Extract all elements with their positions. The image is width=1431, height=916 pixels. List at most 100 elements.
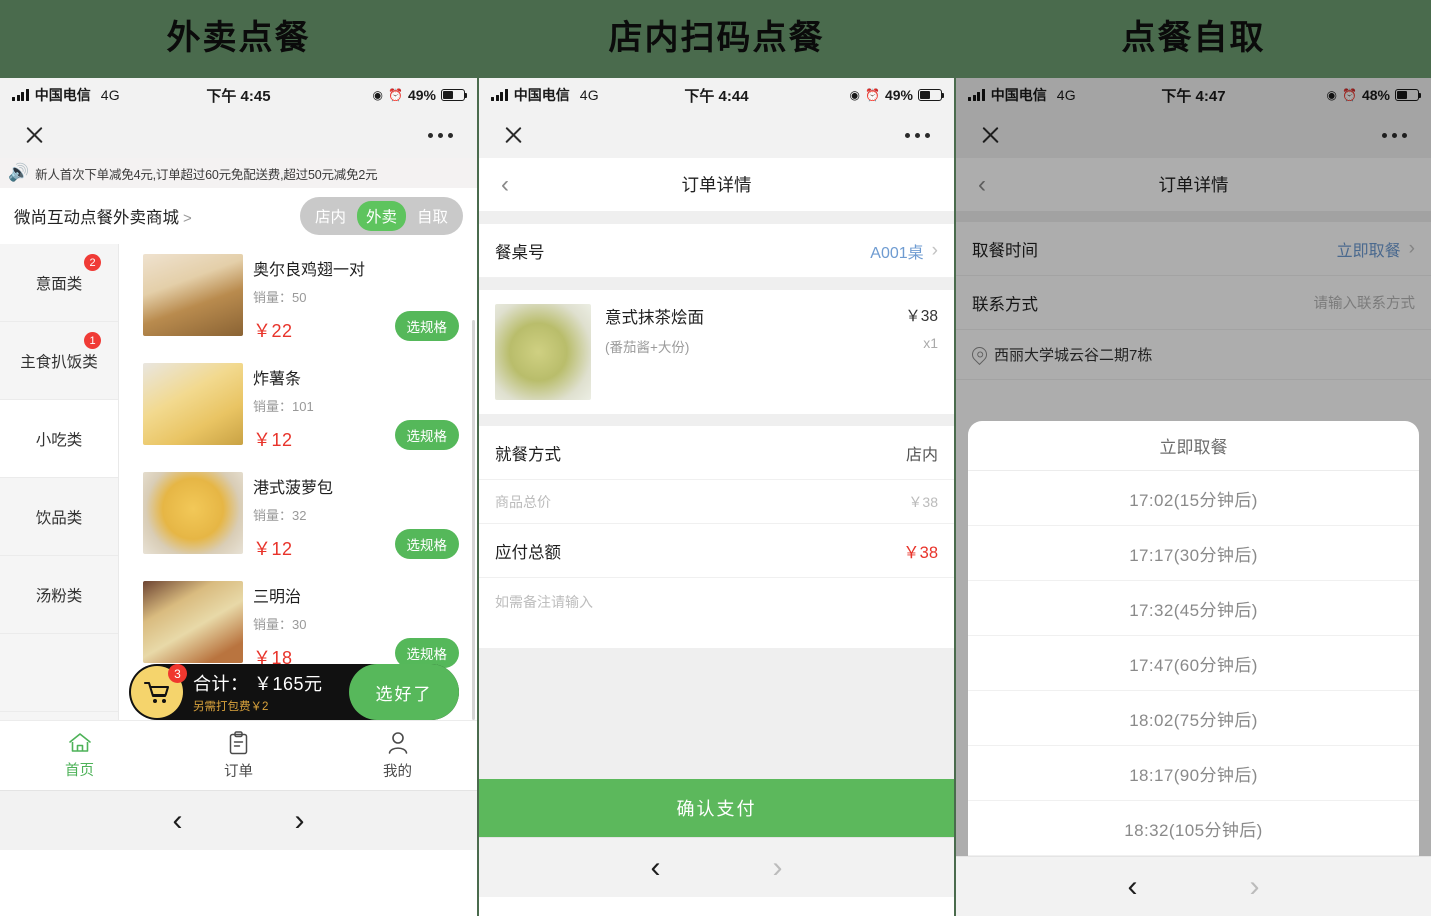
confirm-payment-button[interactable]: 确认支付 xyxy=(479,779,954,837)
browser-homebar: ‹ › xyxy=(0,790,477,850)
dish-list[interactable]: 奥尔良鸡翅一对 销量：50 ￥22 选规格 炸薯条 销量：101 ￥12 选规格… xyxy=(119,244,477,720)
scrollbar-thumb[interactable] xyxy=(472,320,475,720)
sheet-option[interactable]: 17:32(45分钟后) xyxy=(968,581,1419,636)
order-item-image xyxy=(495,304,591,400)
list-item[interactable]: 炸薯条 销量：101 ￥12 选规格 xyxy=(119,353,477,462)
sheet-option[interactable]: 17:47(60分钟后) xyxy=(968,636,1419,691)
select-spec-button[interactable]: 选规格 xyxy=(394,529,459,559)
contact-input[interactable]: 请输入联系方式 xyxy=(1314,292,1416,313)
more-icon[interactable] xyxy=(1382,132,1407,138)
store-address-text: 西丽大学城云谷二期7栋 xyxy=(994,347,1153,364)
sidebar-item-ricebowl[interactable]: 主食扒饭类 1 xyxy=(0,322,118,400)
subtotal-value: ￥38 xyxy=(908,493,938,510)
sheet-option[interactable]: 17:17(30分钟后) xyxy=(968,526,1419,581)
segment-instore[interactable]: 店内 xyxy=(306,201,355,231)
sidebar-item-snacks[interactable]: 小吃类 xyxy=(0,400,118,478)
category-label: 汤粉类 xyxy=(35,587,83,605)
wechat-chrome-bar xyxy=(956,112,1431,158)
table-number-value-group[interactable]: A001桌 › xyxy=(870,239,938,263)
cart-icon[interactable]: 3 xyxy=(131,664,187,718)
signal-bars-icon xyxy=(491,89,508,101)
sidebar-filler xyxy=(0,634,118,712)
spacer-fill xyxy=(479,648,954,779)
back-icon[interactable]: ‹ xyxy=(978,171,986,199)
order-item-name: 意式抹茶烩面 xyxy=(605,309,704,327)
sold-label: 销量： xyxy=(253,290,293,305)
pickup-time-label: 取餐时间 xyxy=(972,241,1038,260)
page-title: 订单详情 xyxy=(681,175,752,195)
tab-mine[interactable]: 我的 xyxy=(318,731,477,781)
subtotal-row: 商品总价 ￥38 xyxy=(479,480,954,524)
checkout-button[interactable]: 选好了 xyxy=(349,664,459,720)
close-icon[interactable] xyxy=(24,125,45,146)
back-icon[interactable]: ‹ xyxy=(1128,871,1138,902)
section-gap xyxy=(956,212,1431,222)
pickup-time-value-group[interactable]: 立即取餐 › xyxy=(1337,237,1415,261)
sidebar-item-pasta[interactable]: 意面类 2 xyxy=(0,244,118,322)
back-icon[interactable]: ‹ xyxy=(651,852,661,883)
sheet-option[interactable]: 17:02(15分钟后) xyxy=(968,471,1419,526)
cart-total-label: 合计： xyxy=(193,674,249,694)
sheet-option[interactable]: 18:02(75分钟后) xyxy=(968,691,1419,746)
sheet-option[interactable]: 18:17(90分钟后) xyxy=(968,746,1419,801)
close-icon[interactable] xyxy=(503,125,524,146)
total-label: 应付总额 xyxy=(495,543,561,562)
dish-name: 港式菠萝包 xyxy=(253,480,334,497)
forward-icon[interactable]: › xyxy=(295,805,305,836)
cart-summary: 合计： ￥165元 另需打包费￥2 xyxy=(193,670,323,714)
select-spec-button[interactable]: 选规格 xyxy=(394,420,459,450)
dish-info: 炸薯条 销量：101 ￥12 选规格 xyxy=(253,363,465,452)
cart-bar[interactable]: 3 合计： ￥165元 另需打包费￥2 选好了 xyxy=(129,664,459,720)
network-label: 4G xyxy=(579,87,599,103)
sold-value: 101 xyxy=(292,399,314,414)
chevron-right-icon: › xyxy=(1408,237,1415,259)
battery-percent: 49% xyxy=(407,87,436,103)
segment-takeaway[interactable]: 外卖 xyxy=(356,201,406,231)
dish-sold: 销量：50 xyxy=(253,287,465,306)
shop-name-link[interactable]: 微尚互动点餐外卖商城 > xyxy=(14,204,192,228)
back-icon[interactable]: ‹ xyxy=(173,805,183,836)
phone-screen-instore: 中国电信 4G 下午 4:44 ◉ ⏰ 49% ‹ 订单详情 餐桌号 A001桌 xyxy=(479,78,954,916)
order-note-placeholder: 如需备注请输入 xyxy=(495,594,593,610)
person-icon xyxy=(388,731,407,754)
status-right: ◉ ⏰ 49% xyxy=(850,87,945,103)
battery-icon xyxy=(918,89,945,101)
dish-info: 港式菠萝包 销量：32 ￥12 选规格 xyxy=(253,472,465,561)
order-mode-switcher[interactable]: 店内 外卖 自取 xyxy=(299,197,463,235)
location-icon: ◉ xyxy=(1326,88,1338,102)
select-spec-button[interactable]: 选规格 xyxy=(394,311,459,341)
tab-orders[interactable]: 订单 xyxy=(159,730,318,781)
sheet-title[interactable]: 立即取餐 xyxy=(968,421,1419,471)
dish-image xyxy=(143,581,243,663)
category-label: 意面类 xyxy=(35,275,83,293)
dish-sold: 销量：101 xyxy=(253,396,465,415)
store-address-row: 西丽大学城云谷二期7栋 xyxy=(956,330,1431,380)
alarm-icon: ⏰ xyxy=(1342,88,1357,102)
phone-screen-takeaway: 中国电信 4G 下午 4:45 ◉ ⏰ 49% 🔊 新人首次下单减免4元,订单超… xyxy=(0,78,477,916)
order-note-field[interactable]: 如需备注请输入 xyxy=(479,578,954,648)
list-item[interactable]: 港式菠萝包 销量：32 ￥12 选规格 xyxy=(119,462,477,571)
more-icon[interactable] xyxy=(428,132,453,138)
tab-home[interactable]: 首页 xyxy=(0,732,159,780)
back-icon[interactable]: ‹ xyxy=(501,171,509,199)
pickup-time-row[interactable]: 取餐时间 立即取餐 › xyxy=(956,222,1431,276)
more-icon[interactable] xyxy=(905,132,930,138)
tab-home-label: 首页 xyxy=(65,762,94,779)
sheet-option[interactable]: 18:32(105分钟后) xyxy=(968,801,1419,856)
carrier-label: 中国电信 xyxy=(513,87,570,103)
sidebar-item-drinks[interactable]: 饮品类 xyxy=(0,478,118,556)
sold-value: 32 xyxy=(292,508,307,523)
signal-bars-icon xyxy=(968,89,985,101)
forward-icon: › xyxy=(1249,869,1260,903)
dish-image xyxy=(143,254,243,336)
cart-count-badge: 3 xyxy=(168,664,187,683)
close-icon[interactable] xyxy=(980,125,1001,146)
location-pin-icon xyxy=(968,343,991,366)
list-item[interactable]: 奥尔良鸡翅一对 销量：50 ￥22 选规格 xyxy=(119,244,477,353)
pickup-time-sheet[interactable]: 立即取餐 17:02(15分钟后) 17:17(30分钟后) 17:32(45分… xyxy=(968,421,1419,856)
segment-pickup[interactable]: 自取 xyxy=(408,201,457,231)
sold-label: 销量： xyxy=(253,508,293,523)
contact-row[interactable]: 联系方式 请输入联系方式 xyxy=(956,276,1431,330)
table-number-row[interactable]: 餐桌号 A001桌 › xyxy=(479,224,954,278)
sidebar-item-noodlesoup[interactable]: 汤粉类 xyxy=(0,556,118,634)
